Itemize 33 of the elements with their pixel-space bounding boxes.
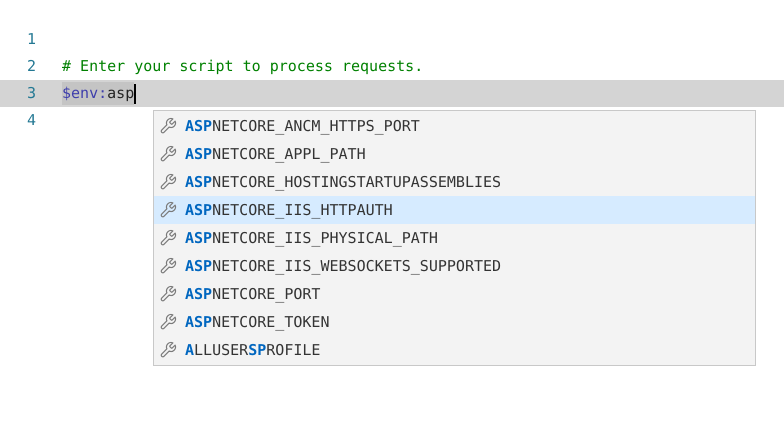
line-number: 2 — [26, 56, 37, 78]
suggestion-item[interactable]: ASPNETCORE_ANCM_HTTPS_PORT — [154, 112, 755, 140]
wrench-icon — [159, 285, 177, 303]
suggestion-item[interactable]: ALLUSERSPROFILE — [154, 336, 755, 364]
wrench-icon — [159, 201, 177, 219]
suggestion-label: ASPNETCORE_ANCM_HTTPS_PORT — [185, 116, 420, 137]
suggestion-label: ASPNETCORE_IIS_WEBSOCKETS_SUPPORTED — [185, 256, 502, 277]
wrench-icon — [159, 117, 177, 135]
suggestion-label: ASPNETCORE_IIS_HTTPAUTH — [185, 200, 393, 221]
wrench-icon — [159, 229, 177, 247]
suggestion-item[interactable]: ASPNETCORE_IIS_PHYSICAL_PATH — [154, 224, 755, 252]
line-number: 1 — [26, 29, 37, 50]
suggestion-label: ASPNETCORE_HOSTINGSTARTUPASSEMBLIES — [185, 172, 502, 193]
wrench-icon — [159, 313, 177, 331]
suggestion-label: ALLUSERSPROFILE — [185, 340, 320, 361]
suggestion-item[interactable]: ASPNETCORE_PORT — [154, 280, 755, 308]
suggestion-label: ASPNETCORE_APPL_PATH — [185, 144, 366, 165]
suggestion-item[interactable]: ASPNETCORE_IIS_WEBSOCKETS_SUPPORTED — [154, 252, 755, 280]
suggestion-label: ASPNETCORE_TOKEN — [185, 312, 330, 333]
wrench-icon — [159, 145, 177, 163]
wrench-icon — [159, 257, 177, 275]
suggestion-item[interactable]: ASPNETCORE_HOSTINGSTARTUPASSEMBLIES — [154, 168, 755, 196]
code-line: # Enter your script to process requests. — [62, 56, 424, 78]
suggestion-label: ASPNETCORE_IIS_PHYSICAL_PATH — [185, 228, 438, 249]
wrench-icon — [159, 341, 177, 359]
suggestion-label: ASPNETCORE_PORT — [185, 284, 320, 305]
wrench-icon — [159, 173, 177, 191]
line-number: 4 — [26, 110, 37, 132]
suggestion-item[interactable]: ASPNETCORE_IIS_HTTPAUTH — [154, 196, 755, 224]
suggestion-item[interactable]: ASPNETCORE_APPL_PATH — [154, 140, 755, 168]
text-cursor — [134, 84, 136, 104]
suggestion-item[interactable]: ASPNETCORE_TOKEN — [154, 308, 755, 336]
line-number: 3 — [26, 83, 37, 104]
